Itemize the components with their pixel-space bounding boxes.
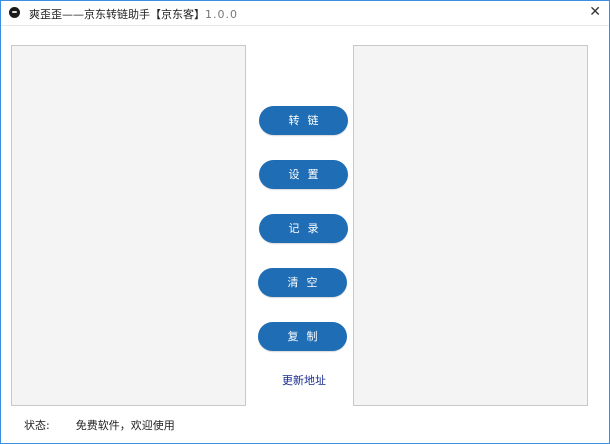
update-address-link[interactable]: 更新地址 xyxy=(282,372,326,388)
title-bar: 爽歪歪——京东转链助手【京东客】1.0.0 ✕ xyxy=(1,1,609,26)
close-icon[interactable]: ✕ xyxy=(589,3,601,21)
app-logo-icon xyxy=(9,7,20,18)
status-label: 状态: xyxy=(24,419,50,432)
settings-button[interactable]: 设置 xyxy=(259,160,348,189)
copy-button[interactable]: 复制 xyxy=(258,322,347,351)
convert-button[interactable]: 转链 xyxy=(259,106,348,135)
window-version: 1.0.0 xyxy=(205,8,238,21)
main-content: 转链 设置 记录 清空 复制 更新地址 状态: 免费软件，欢迎使用 xyxy=(2,26,608,442)
records-button[interactable]: 记录 xyxy=(259,214,348,243)
status-bar: 状态: 免费软件，欢迎使用 xyxy=(24,417,175,433)
app-window: 爽歪歪——京东转链助手【京东客】1.0.0 ✕ 转链 设置 记录 清空 复制 更… xyxy=(0,0,610,444)
output-textarea[interactable] xyxy=(353,45,588,406)
input-textarea[interactable] xyxy=(11,45,246,406)
clear-button[interactable]: 清空 xyxy=(258,268,347,297)
status-value: 免费软件，欢迎使用 xyxy=(75,419,175,432)
window-title-text: 爽歪歪——京东转链助手【京东客】 xyxy=(29,8,205,21)
window-title: 爽歪歪——京东转链助手【京东客】1.0.0 xyxy=(29,6,238,22)
